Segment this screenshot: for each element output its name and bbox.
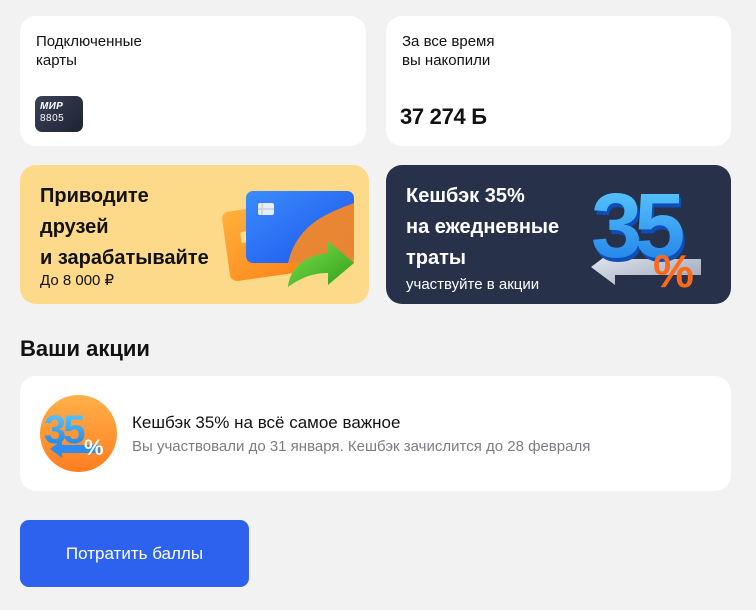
promo-cashback-35[interactable]: Кешбэк 35% на ежедневные траты участвуйт… bbox=[386, 165, 731, 304]
promo-invite-title: Приводите друзей и зарабатывайте bbox=[40, 185, 209, 269]
mir-logo: МИР bbox=[40, 101, 64, 112]
accumulated-card: За все время вы накопили 37 274 Б bbox=[386, 16, 731, 146]
promo-invite-subtitle: До 8 000 ₽ bbox=[40, 272, 115, 289]
svg-text:%: % bbox=[653, 245, 694, 297]
promo-cashback-subtitle: участвуйте в акции bbox=[406, 276, 540, 293]
connected-cards-title: Подключенные карты bbox=[36, 33, 142, 69]
spend-points-button[interactable]: Потратить баллы bbox=[20, 520, 249, 587]
card-last-digits: 8805 bbox=[40, 113, 65, 124]
svg-text:35: 35 bbox=[44, 408, 85, 452]
promo-invite-friends[interactable]: Приводите друзей и зарабатывайте До 8 00… bbox=[20, 165, 369, 304]
action-item-title: Кешбэк 35% на всё самое важное bbox=[132, 413, 401, 432]
action-item-description: Вы участвовали до 31 января. Кешбэк зачи… bbox=[132, 438, 591, 455]
mir-card-chip[interactable]: МИР 8805 bbox=[35, 96, 83, 132]
your-actions-title: Ваши акции bbox=[20, 336, 150, 361]
cashback-35-art-icon: 35 35 % bbox=[591, 175, 701, 297]
svg-text:%: % bbox=[84, 435, 104, 460]
action-item-cashback[interactable]: 35 % Кешбэк 35% на всё самое важное Вы у… bbox=[20, 376, 731, 491]
connected-cards-card[interactable]: Подключенные карты МИР 8805 bbox=[20, 16, 366, 146]
cashback-35-icon: 35 % bbox=[40, 395, 117, 472]
bank-cards-arrow-icon bbox=[222, 191, 354, 287]
accumulated-title: За все время вы накопили bbox=[402, 33, 495, 69]
accumulated-value: 37 274 Б bbox=[400, 104, 487, 129]
promo-cashback-title: Кешбэк 35% на ежедневные траты bbox=[406, 185, 560, 269]
